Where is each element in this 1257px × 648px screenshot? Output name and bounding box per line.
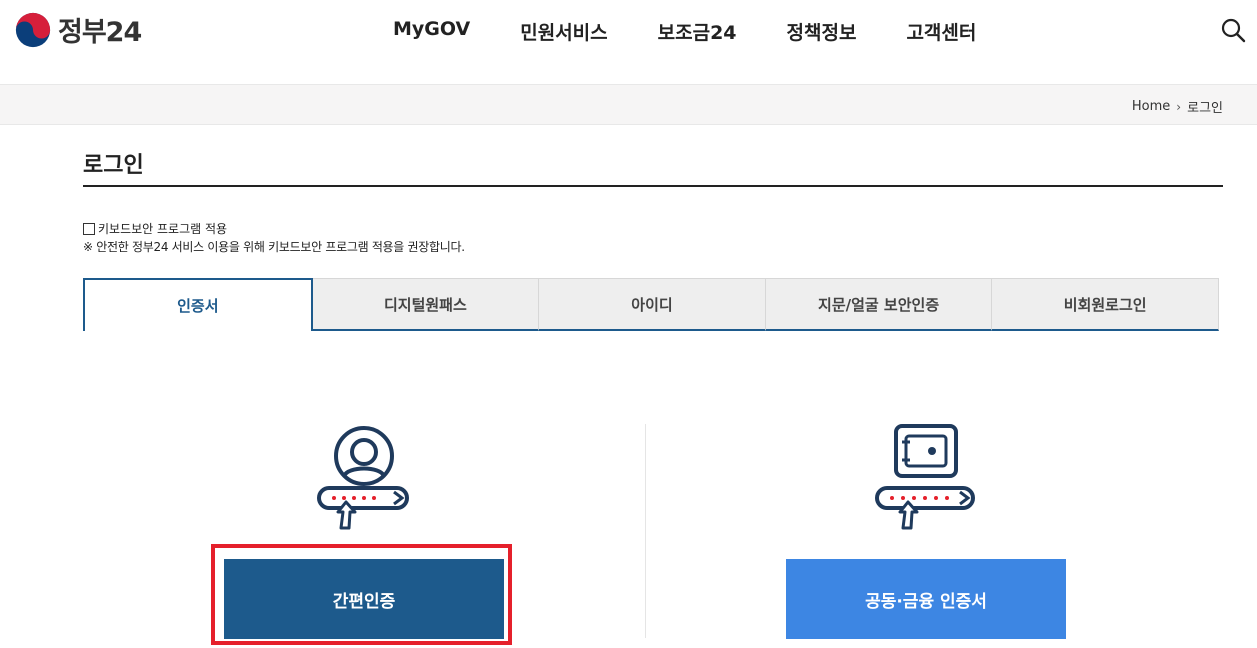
breadcrumb-bar: Home › 로그인 [0,84,1257,125]
search-icon[interactable] [1220,17,1246,43]
chevron-right-icon: › [1176,99,1182,114]
tab-biometric[interactable]: 지문/얼굴 보안인증 [765,278,993,331]
site-header: 정부24 MyGOV 민원서비스 보조금24 정책정보 고객센터 [0,0,1257,84]
title-divider [83,185,1223,187]
breadcrumb-current: 로그인 [1187,101,1223,116]
keyboard-security-notice: ※ 안전한 정부24 서비스 이용을 위해 키보드보안 프로그램 적용을 권장합… [83,240,465,254]
logo-text: 정부24 [58,17,142,48]
taegeuk-logo-icon [15,12,51,47]
safe-password-icon [875,424,975,530]
tab-certificate[interactable]: 인증서 [83,278,313,331]
user-password-icon [317,426,409,530]
tab-digital-onepass[interactable]: 디지털원패스 [312,278,540,331]
keyboard-security-label[interactable]: 키보드보안 프로그램 적용 [98,220,227,237]
site-logo[interactable]: 정부24 [14,10,142,49]
simple-auth-button[interactable]: 간편인증 [224,559,504,639]
nav-item-subsidy24[interactable]: 보조금24 [658,18,737,45]
nav-item-mygov[interactable]: MyGOV [393,18,470,45]
breadcrumb-home[interactable]: Home [1132,99,1170,114]
nav-item-customer-center[interactable]: 고객센터 [906,18,976,45]
login-tabs: 인증서 디지털원패스 아이디 지문/얼굴 보안인증 비회원로그인 [83,278,1219,331]
nav-item-policy-info[interactable]: 정책정보 [787,18,857,45]
main-nav: MyGOV 민원서비스 보조금24 정책정보 고객센터 [393,18,1026,45]
keyboard-security-option: 키보드보안 프로그램 적용 [83,220,227,237]
keyboard-security-checkbox[interactable] [83,222,95,235]
tab-id[interactable]: 아이디 [539,278,766,331]
tab-non-member[interactable]: 비회원로그인 [992,278,1219,331]
methods-divider [645,424,646,638]
joint-financial-certificate-button[interactable]: 공동·금융 인증서 [786,559,1066,639]
nav-item-civil-service[interactable]: 민원서비스 [520,18,607,45]
page-title: 로그인 [83,153,144,178]
breadcrumb: Home › 로그인 [1132,97,1223,116]
